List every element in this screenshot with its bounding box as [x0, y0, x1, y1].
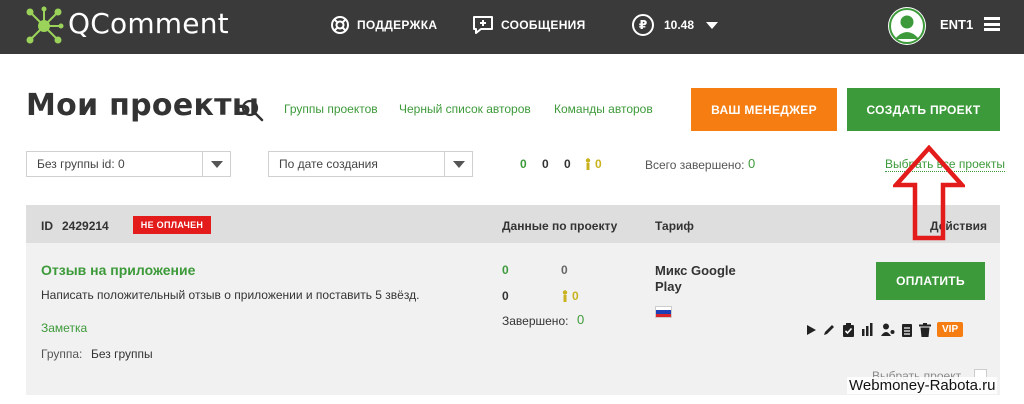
col-tariff: Тариф [655, 219, 694, 233]
project-id: 2429214 [62, 219, 109, 233]
stat-green: 0 [502, 263, 509, 277]
play-icon[interactable] [805, 324, 817, 336]
balance-amount: 10.48 [664, 18, 695, 32]
author-teams-link[interactable]: Команды авторов [554, 102, 653, 116]
user-icon [889, 8, 925, 44]
sort-select-value: По дате создания [279, 157, 378, 171]
count-workers: 0 [584, 157, 602, 171]
chevron-down-icon [444, 152, 472, 176]
group-value: Без группы [91, 347, 153, 361]
logo-icon[interactable] [24, 6, 64, 46]
user-settings-icon[interactable] [881, 323, 895, 336]
lifebuoy-icon [331, 16, 349, 34]
hamburger-menu-icon[interactable] [984, 17, 1000, 31]
nav-messages-link[interactable]: СООБЩЕНИЯ [472, 14, 586, 36]
edit-icon[interactable] [823, 323, 836, 336]
vip-badge[interactable]: VIP [937, 322, 964, 337]
russia-flag-icon [655, 306, 672, 318]
done-label: Завершено: [502, 314, 569, 328]
project-id-label: ID [41, 219, 53, 233]
ruble-icon: ₽ [632, 14, 654, 36]
pay-button[interactable]: ОПЛАТИТЬ [876, 262, 985, 300]
author-blacklist-link[interactable]: Черный список авторов [399, 102, 531, 116]
status-badge: НЕ ОПЛАЧЕН [133, 216, 211, 234]
person-icon [562, 290, 568, 302]
stat-grey: 0 [561, 263, 568, 277]
create-project-button[interactable]: СОЗДАТЬ ПРОЕКТ [847, 88, 1000, 131]
trash-icon[interactable] [919, 322, 931, 337]
done-value: 0 [577, 312, 585, 327]
page-title: Мои проекты [26, 88, 260, 123]
user-name[interactable]: ENT1 [940, 17, 973, 32]
note-link[interactable]: Заметка [41, 321, 87, 335]
project-actions: VIP [805, 322, 964, 337]
nav-support-link[interactable]: ПОДДЕРЖКА [330, 14, 437, 36]
red-arrow-annotation [893, 145, 965, 241]
sort-select[interactable]: По дате создания [268, 151, 473, 177]
total-done-label: Всего завершено: [645, 158, 745, 172]
group-label: Группа: [41, 347, 83, 361]
tariff-name: Микс Google Play [655, 263, 736, 294]
group-select[interactable]: Без группы id: 0 [26, 151, 231, 177]
search-icon[interactable] [240, 98, 264, 122]
count-green: 0 [520, 157, 527, 171]
chevron-down-icon [706, 21, 719, 29]
nav-messages-label: СООБЩЕНИЯ [501, 18, 586, 32]
nav-support-label: ПОДДЕРЖКА [357, 18, 438, 32]
stat-dark: 0 [502, 289, 509, 303]
avatar[interactable] [888, 7, 926, 45]
clipboard-check-icon[interactable] [842, 322, 855, 337]
count-total: 0 [564, 157, 571, 171]
stat-workers: 0 [561, 289, 579, 303]
col-project-data: Данные по проекту [502, 219, 618, 233]
group-select-value: Без группы id: 0 [37, 157, 125, 171]
person-icon [585, 158, 591, 170]
count-dark: 0 [542, 157, 549, 171]
project-description: Написать положительный отзыв о приложени… [41, 288, 420, 302]
balance-dropdown[interactable]: ₽ 10.48 [632, 13, 719, 37]
project-groups-link[interactable]: Группы проектов [284, 102, 378, 116]
project-title-link[interactable]: Отзыв на приложение [41, 262, 195, 278]
chevron-down-icon [202, 152, 230, 176]
logo-text[interactable]: QComment [68, 7, 229, 40]
report-icon[interactable] [901, 323, 913, 337]
your-manager-button[interactable]: ВАШ МЕНЕДЖЕР [691, 88, 837, 131]
message-plus-icon [473, 16, 493, 34]
bar-chart-icon[interactable] [861, 323, 875, 336]
watermark: Webmoney-Rabota.ru [847, 377, 998, 394]
total-done-value: 0 [748, 156, 756, 171]
